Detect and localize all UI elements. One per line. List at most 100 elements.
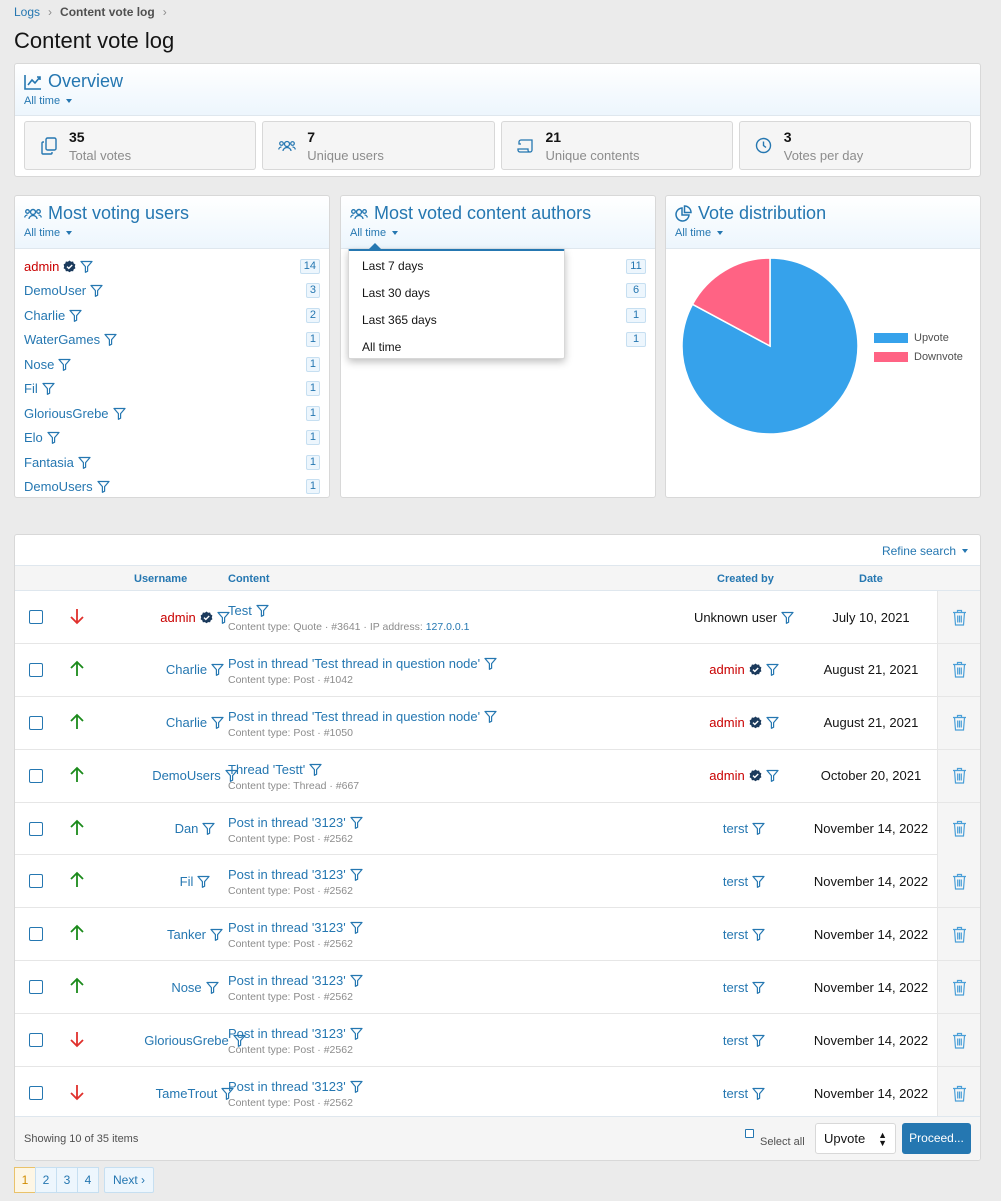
filter-icon[interactable] [350,868,363,882]
filter-icon[interactable] [90,284,103,298]
next-page-button[interactable]: Next › [104,1167,155,1193]
user-link[interactable]: Elo [24,430,43,445]
filter-icon[interactable] [211,663,224,677]
row-checkbox[interactable] [29,610,43,624]
row-checkbox[interactable] [29,927,43,942]
filter-icon[interactable] [202,822,216,835]
row-checkbox[interactable] [29,821,43,836]
delete-button[interactable] [937,802,980,855]
select-all[interactable]: Select all [745,1129,805,1148]
creator-name[interactable]: terst [723,1086,748,1101]
creator-name[interactable]: terst [723,821,748,836]
page-1[interactable]: 1 [14,1167,36,1193]
filter-icon[interactable] [766,769,779,783]
username-link[interactable]: Tanker [167,927,206,942]
filter-icon[interactable] [210,928,223,941]
filter-icon[interactable] [752,1087,765,1100]
filter-icon[interactable] [350,1027,363,1041]
filter-icon[interactable] [97,480,110,494]
user-link[interactable]: admin [24,259,59,274]
username-link[interactable]: Dan [175,821,199,836]
creator-name[interactable]: admin [709,768,744,783]
filter-icon[interactable] [752,928,765,941]
page-4[interactable]: 4 [77,1167,99,1193]
user-link[interactable]: DemoUser [24,283,86,298]
user-link[interactable]: GloriousGrebe [24,406,109,421]
user-link[interactable]: Charlie [24,308,65,323]
filter-icon[interactable] [112,407,126,420]
menu-item-all-time[interactable]: All time [349,334,564,361]
proceed-button[interactable]: Proceed... [902,1123,971,1154]
creator-name[interactable]: terst [723,927,748,942]
content-link[interactable]: Post in thread 'Test thread in question … [228,656,480,671]
content-link[interactable]: Post in thread '3123' [228,815,346,830]
row-checkbox[interactable] [29,662,43,677]
filter-icon[interactable] [752,875,765,888]
filter-icon[interactable] [69,309,82,322]
filter-icon[interactable] [766,663,779,677]
header-created-by[interactable]: Created by [717,573,774,585]
distribution-filter-dropdown[interactable]: All time [675,227,971,239]
filter-icon[interactable] [484,710,497,723]
header-date[interactable]: Date [859,573,883,585]
page-2[interactable]: 2 [35,1167,57,1193]
content-link[interactable]: Post in thread '3123' [228,920,346,935]
menu-item-last-7-days[interactable]: Last 7 days [349,253,564,280]
users-filter-dropdown[interactable]: All time [24,227,320,239]
filter-icon[interactable] [80,260,94,273]
creator-name[interactable]: terst [723,980,748,995]
filter-icon[interactable] [350,1080,363,1093]
filter-icon[interactable] [350,816,363,829]
header-content[interactable]: Content [228,573,270,585]
overview-filter-dropdown[interactable]: All time [24,95,971,107]
creator-name[interactable]: terst [723,1033,748,1048]
filter-icon[interactable] [766,716,779,730]
content-link[interactable]: Post in thread '3123' [228,867,346,882]
delete-button[interactable] [937,643,980,696]
creator-name[interactable]: admin [709,715,744,730]
menu-item-last-365-days[interactable]: Last 365 days [349,307,564,334]
filter-icon[interactable] [197,875,210,888]
breadcrumb-logs[interactable]: Logs [14,5,40,19]
filter-icon[interactable] [309,763,322,776]
username-link[interactable]: TameTrout [156,1086,218,1101]
filter-icon[interactable] [256,604,269,617]
authors-filter-dropdown[interactable]: All time [350,227,646,239]
delete-button[interactable] [937,855,980,908]
content-link[interactable]: Post in thread '3123' [228,973,346,988]
content-link[interactable]: Test [228,603,252,618]
filter-icon[interactable] [211,716,224,730]
content-link[interactable]: Post in thread 'Test thread in question … [228,709,480,724]
filter-icon[interactable] [752,1034,765,1047]
username-link[interactable]: Charlie [166,662,207,677]
row-checkbox[interactable] [29,1086,43,1101]
filter-icon[interactable] [104,333,117,347]
delete-button[interactable] [937,696,980,749]
legend-upvote[interactable]: Upvote [874,328,963,347]
page-3[interactable]: 3 [56,1167,78,1193]
filter-icon[interactable] [78,456,91,469]
select-all-checkbox[interactable] [745,1129,754,1138]
filter-icon[interactable] [350,921,363,935]
row-checkbox[interactable] [29,1033,43,1048]
row-checkbox[interactable] [29,768,43,783]
refine-search-button[interactable]: Refine search [882,544,968,558]
username-link[interactable]: Charlie [166,715,207,730]
user-link[interactable]: DemoUsers [24,479,93,494]
user-link[interactable]: Nose [24,357,54,372]
user-link[interactable]: WaterGames [24,332,100,347]
filter-icon[interactable] [752,822,765,835]
row-checkbox[interactable] [29,874,43,889]
filter-icon[interactable] [47,431,60,445]
filter-icon[interactable] [58,358,71,371]
ip-address-link[interactable]: 127.0.0.1 [426,621,470,633]
username-link[interactable]: Nose [171,980,201,995]
header-username[interactable]: Username [134,573,187,585]
username-link[interactable]: DemoUsers [152,768,221,783]
breadcrumb-content-vote-log[interactable]: Content vote log [60,5,155,19]
creator-name[interactable]: terst [723,874,748,889]
filter-icon[interactable] [484,657,497,670]
filter-icon[interactable] [206,981,219,994]
legend-downvote[interactable]: Downvote [874,347,963,366]
delete-button[interactable] [937,749,980,802]
